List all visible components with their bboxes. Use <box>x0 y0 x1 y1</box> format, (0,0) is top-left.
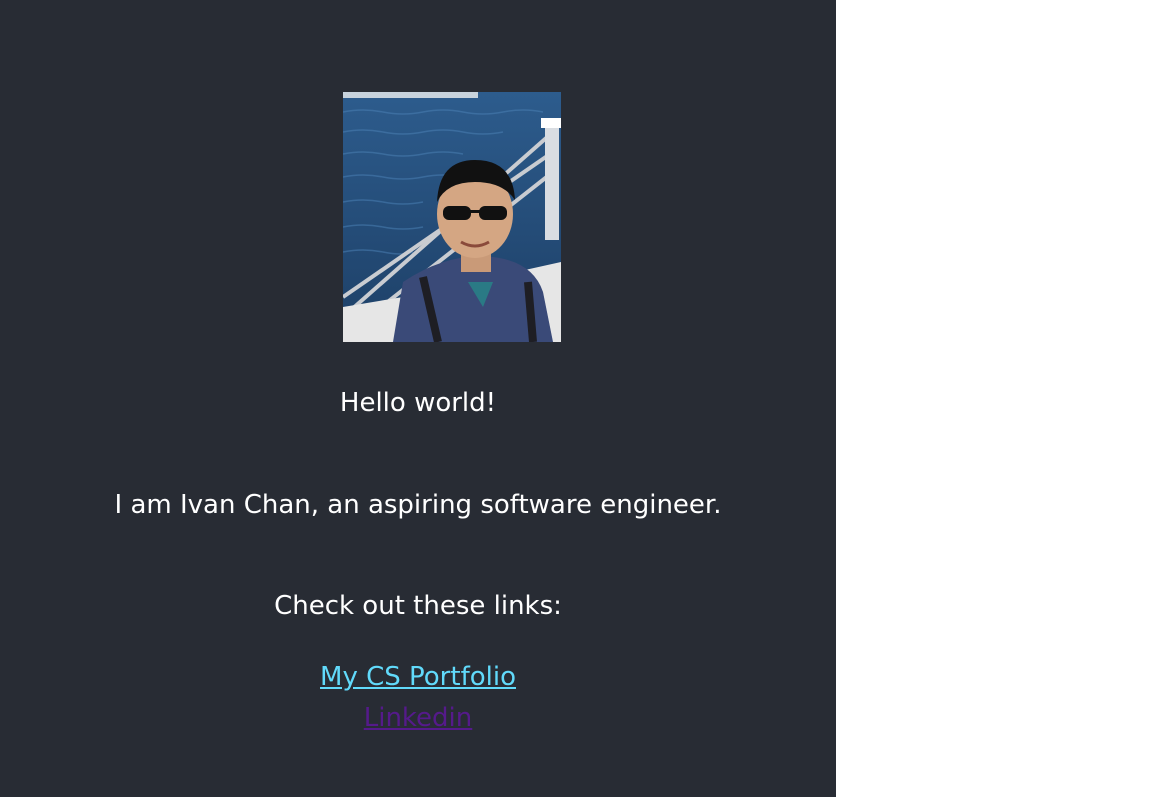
portfolio-link[interactable]: My CS Portfolio <box>0 660 836 694</box>
links-intro-text: Check out these links: <box>274 591 562 621</box>
intro-text: I am Ivan Chan, an aspiring software eng… <box>114 490 722 520</box>
profile-photo <box>343 92 561 342</box>
app-container: Hello world! I am Ivan Chan, an aspiring… <box>0 0 836 797</box>
greeting-text: Hello world! <box>339 388 497 418</box>
linkedin-link[interactable]: Linkedin <box>0 701 836 735</box>
person-photo-icon <box>343 92 561 342</box>
